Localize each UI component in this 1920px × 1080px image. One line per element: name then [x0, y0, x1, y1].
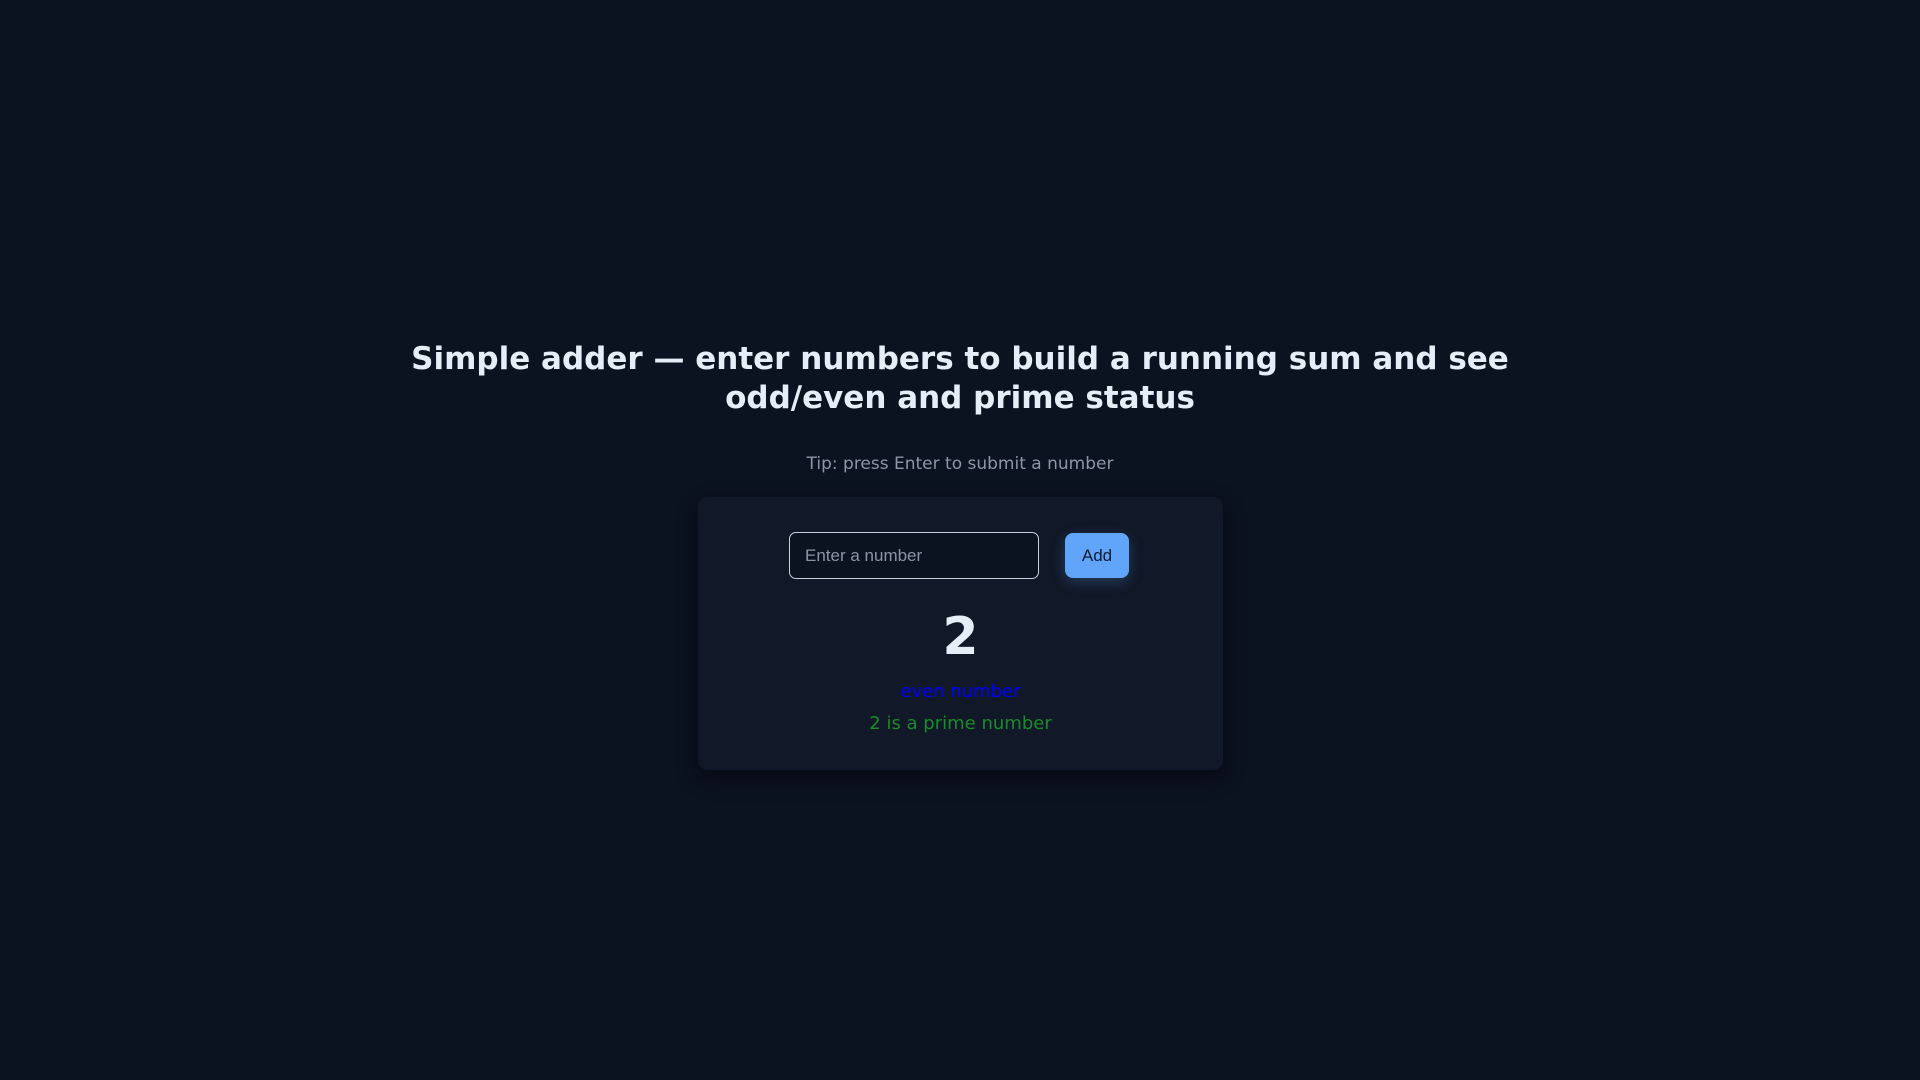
page-title-line-2: odd/even and prime status: [725, 380, 1195, 416]
add-button[interactable]: Add: [1065, 533, 1129, 578]
app-page: Simple adder — enter numbers to build a …: [0, 0, 1920, 1080]
page-title: Simple adder — enter numbers to build a …: [0, 340, 1920, 418]
page-title-line-1: Simple adder — enter numbers to build a …: [411, 341, 1509, 377]
running-sum: 2: [942, 607, 979, 667]
tip-text: Tip: press Enter to submit a number: [806, 454, 1114, 474]
parity-status: even number: [900, 681, 1021, 702]
prime-status: 2 is a prime number: [869, 713, 1052, 734]
adder-card: Add 2 even number 2 is a prime number: [698, 497, 1223, 770]
number-input[interactable]: [789, 532, 1039, 579]
